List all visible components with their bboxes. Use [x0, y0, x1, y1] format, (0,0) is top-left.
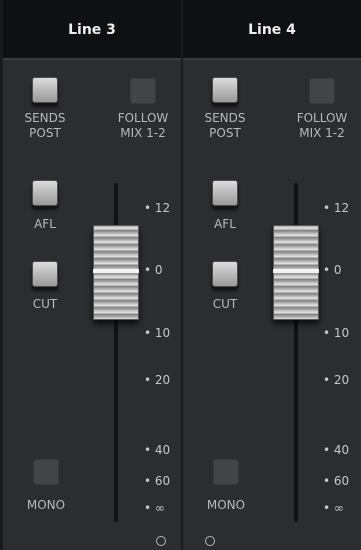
follow-label-line-1: FOLLOW [296, 111, 348, 125]
sends-post-label: SENDS POST [3, 111, 87, 141]
cut-label: CUT [212, 297, 238, 311]
fader-center-line [273, 269, 319, 273]
fader-knob[interactable] [273, 225, 319, 320]
scale-label-infinity: • ∞ [144, 501, 165, 515]
cut-button[interactable] [212, 261, 238, 287]
scale-label-40: • 40 [323, 443, 350, 457]
indicator-circle-icon [205, 536, 215, 546]
channel-name: Line 4 [248, 22, 296, 38]
scale-label-12: • 12 [323, 201, 350, 215]
afl-label: AFL [34, 217, 56, 231]
mono-label: MONO [206, 498, 246, 512]
sends-post-label-line-2: POST [209, 126, 241, 140]
scale-label-60: • 60 [323, 474, 350, 488]
fader-center-line [93, 269, 139, 273]
sends-post-label: SENDS POST [183, 111, 267, 141]
follow-label-line-2: MIX 1-2 [120, 126, 166, 140]
scale-label-20: • 20 [323, 373, 350, 387]
scale-label-0: • 0 [323, 263, 342, 277]
follow-mix-label: FOLLOW MIX 1-2 [282, 111, 361, 141]
channel-header: Line 4 [183, 0, 361, 60]
mono-label: MONO [26, 498, 66, 512]
channel-name: Line 3 [68, 22, 116, 38]
scale-label-10: • 10 [323, 326, 350, 340]
mono-button[interactable] [33, 459, 59, 485]
afl-label: AFL [214, 217, 236, 231]
mixer-window: Line 3 SENDS POST FOLLOW MIX 1-2 AFL CUT… [0, 0, 361, 550]
follow-mix-button[interactable] [130, 78, 156, 104]
scale-label-10: • 10 [144, 326, 171, 340]
scale-label-12: • 12 [144, 201, 171, 215]
fader-knob[interactable] [93, 225, 139, 320]
follow-mix-button[interactable] [309, 78, 335, 104]
cut-label: CUT [32, 297, 58, 311]
sends-post-label-line-1: SENDS [24, 111, 66, 125]
scale-label-40: • 40 [144, 443, 171, 457]
mono-button[interactable] [213, 459, 239, 485]
scale-label-infinity: • ∞ [323, 501, 344, 515]
cut-button[interactable] [32, 261, 58, 287]
sends-post-label-line-1: SENDS [204, 111, 246, 125]
indicator-circle-icon [156, 536, 166, 546]
channel-strip-line-4: Line 4 SENDS POST FOLLOW MIX 1-2 AFL CUT… [183, 0, 361, 550]
follow-label-line-1: FOLLOW [117, 111, 169, 125]
channel-strip-line-3: Line 3 SENDS POST FOLLOW MIX 1-2 AFL CUT… [3, 0, 181, 550]
sends-post-button[interactable] [32, 77, 58, 103]
sends-post-button[interactable] [212, 77, 238, 103]
scale-label-20: • 20 [144, 373, 171, 387]
sends-post-label-line-2: POST [29, 126, 61, 140]
afl-button[interactable] [212, 180, 238, 206]
follow-label-line-2: MIX 1-2 [299, 126, 345, 140]
scale-label-0: • 0 [144, 263, 163, 277]
afl-button[interactable] [32, 180, 58, 206]
follow-mix-label: FOLLOW MIX 1-2 [103, 111, 183, 141]
scale-label-60: • 60 [144, 474, 171, 488]
channel-header: Line 3 [3, 0, 181, 60]
